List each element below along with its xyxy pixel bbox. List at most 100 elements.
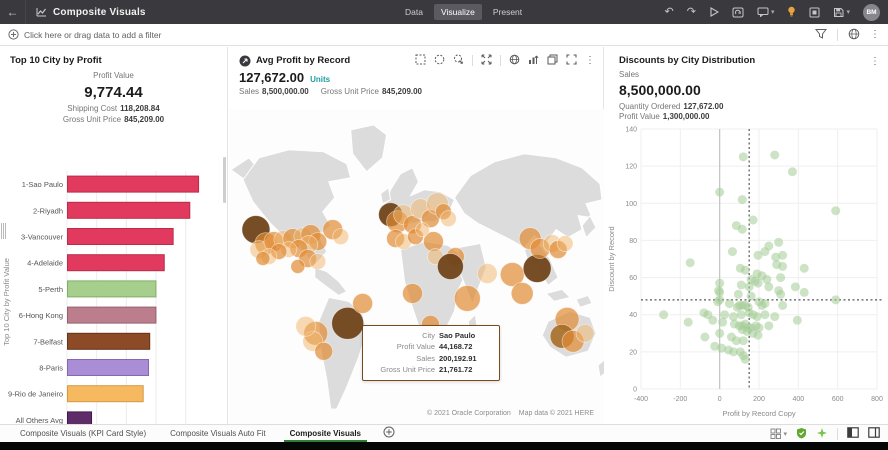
workbook-chart-icon [36,7,47,18]
kpi-value: 127,672.00 [239,70,304,85]
freeform-lasso-icon[interactable] [453,54,464,67]
auto-insights-sparkle-icon[interactable] [816,427,828,441]
toggle-left-panel-icon[interactable] [847,427,859,440]
map-kpi-block: 127,672.00 Units Sales8,500,000.00Gross … [229,67,603,96]
canvas-tab-auto-fit[interactable]: Composite Visuals Auto Fit [158,425,277,442]
tooltip-row: Sales200,192.91 [369,353,491,364]
svg-text:400: 400 [792,396,804,403]
ellipse-lasso-icon[interactable] [434,54,445,67]
svg-text:-200: -200 [673,396,687,403]
preview-icon[interactable] [709,7,719,17]
canvas: Top 10 City by Profit Profit Value 9,774… [0,47,888,424]
svg-text:80: 80 [629,238,637,245]
filter-bar: Click here or drag data to add a filter … [0,24,888,46]
back-arrow-icon: ← [7,5,19,19]
chevron-down-icon: ▾ [846,9,850,16]
workbook-title: Composite Visuals [53,7,146,18]
canvas-tab-composite-visuals[interactable]: Composite Visuals [278,425,373,442]
canvas-frame-icon[interactable] [809,7,820,18]
svg-text:Discount by Record: Discount by Record [607,226,616,291]
panel-discounts-by-city[interactable]: Discounts by City Distribution ⋮ Sales 8… [605,47,888,424]
svg-text:60: 60 [629,275,637,282]
redo-icon[interactable]: ↷ [687,7,696,18]
divider [837,428,838,440]
maximize-icon[interactable] [566,54,577,67]
svg-text:2-Riyadh: 2-Riyadh [33,206,63,215]
canvas-layout-menu[interactable]: ▾ [770,428,787,439]
visual-menu-kebab[interactable]: ⋮ [870,56,880,67]
tab-visualize[interactable]: Visualize [434,4,482,20]
zoom-to-fit-icon[interactable] [481,54,492,67]
map-panel-header: Avg Profit by Record ⋮ [229,47,603,67]
tab-present[interactable]: Present [486,4,529,20]
map-background-icon[interactable] [509,54,520,67]
analytics-app: ← Composite Visuals Data Visualize Prese… [0,0,888,442]
svg-text:600: 600 [832,396,844,403]
scatter-kpi-block: Sales 8,500,000.00 Quantity Ordered127,6… [605,66,888,122]
svg-text:1-Sao Paulo: 1-Sao Paulo [22,180,63,189]
kpi-value: 9,774.44 [0,83,227,103]
kpi-label: Profit Value [0,71,227,82]
filter-prompt-text: Click here or drag data to add a filter [24,30,162,40]
svg-text:200: 200 [753,396,765,403]
save-menu[interactable]: ▾ [833,7,850,18]
divider [500,55,501,66]
refresh-data-icon[interactable] [732,7,744,18]
kpi-block: Profit Value 9,774.44 Shipping Cost118,2… [0,71,227,126]
panel-drag-handle[interactable] [1,223,7,239]
add-canvas-icon[interactable] [383,426,395,441]
svg-text:140: 140 [625,127,637,134]
panel-title: Avg Profit by Record [256,55,350,66]
canvas-tab-bar: Composite Visuals (KPI Card Style) Compo… [0,424,888,442]
map-tooltip: CitySao PauloProfit Value44,168.72Sales2… [362,325,500,381]
svg-text:3-Vancouver: 3-Vancouver [21,233,63,242]
bar-chart[interactable]: 010K20K30K40K1-Sao Paulo2-Riyadh3-Vancou… [0,165,228,450]
annotate-menu[interactable]: ▾ [757,7,775,17]
data-quality-icon[interactable] [796,427,807,441]
layers-icon[interactable] [547,54,558,67]
map-attribution: © 2021 Oracle CorporationMap data © 2021… [419,410,594,417]
user-avatar[interactable]: BM [863,4,880,21]
panel-avg-profit-by-record[interactable]: Avg Profit by Record ⋮ 127,67 [229,47,604,424]
panel-top10-city-by-profit[interactable]: Top 10 City by Profit Profit Value 9,774… [0,47,228,424]
kpi-unit-label: Units [310,75,330,84]
toggle-right-panel-icon[interactable] [868,427,880,440]
chevron-down-icon: ▾ [783,430,787,438]
panel-title: Top 10 City by Profit [0,47,227,66]
tooltip-row: CitySao Paulo [369,330,491,341]
back-button[interactable]: ← [0,0,26,24]
svg-text:4-Adelaide: 4-Adelaide [27,259,63,268]
divider [472,55,473,66]
visualization-settings-icon[interactable] [848,28,860,42]
scatter-chart[interactable]: -400-2000200400600800020406080100120140P… [605,121,888,424]
app-header: ← Composite Visuals Data Visualize Prese… [0,0,888,24]
svg-text:Profit by Record Copy: Profit by Record Copy [722,409,796,418]
svg-text:0: 0 [633,387,637,394]
svg-text:0: 0 [718,396,722,403]
mode-tabs: Data Visualize Present [398,0,529,24]
svg-text:100: 100 [625,201,637,208]
map-toolbar: ⋮ [415,54,595,67]
filter-funnel-icon[interactable] [815,28,827,41]
header-actions: ↶ ↷ ▾ ▾ BM [665,0,880,24]
add-filter-target[interactable]: Click here or drag data to add a filter [8,29,162,40]
canvas-menu-kebab[interactable]: ⋮ [870,29,880,40]
svg-text:20: 20 [629,349,637,356]
kpi-sub-row: Sales8,500,000.00Gross Unit Price845,209… [239,87,603,96]
canvas-tab-kpi-card-style[interactable]: Composite Visuals (KPI Card Style) [8,425,158,442]
svg-text:5-Perth: 5-Perth [38,285,63,294]
sort-chart-icon[interactable] [528,54,539,67]
taskbar-strip [0,442,888,450]
tooltip-row: Gross Unit Price21,761.72 [369,364,491,375]
undo-icon[interactable]: ↶ [665,7,674,18]
marquee-select-icon[interactable] [415,54,426,67]
scrollbar-thumb[interactable] [223,157,226,203]
filter-bar-actions: ⋮ [815,28,880,42]
svg-text:7-Belfast: 7-Belfast [33,337,64,346]
visual-menu-kebab[interactable]: ⋮ [585,55,595,66]
tab-data[interactable]: Data [398,4,430,20]
world-map[interactable]: CitySao PauloProfit Value44,168.72Sales2… [229,109,604,424]
tooltip-row: Profit Value44,168.72 [369,341,491,352]
insights-lightbulb-icon[interactable] [787,6,796,18]
svg-text:6-Hong Kong: 6-Hong Kong [19,311,63,320]
